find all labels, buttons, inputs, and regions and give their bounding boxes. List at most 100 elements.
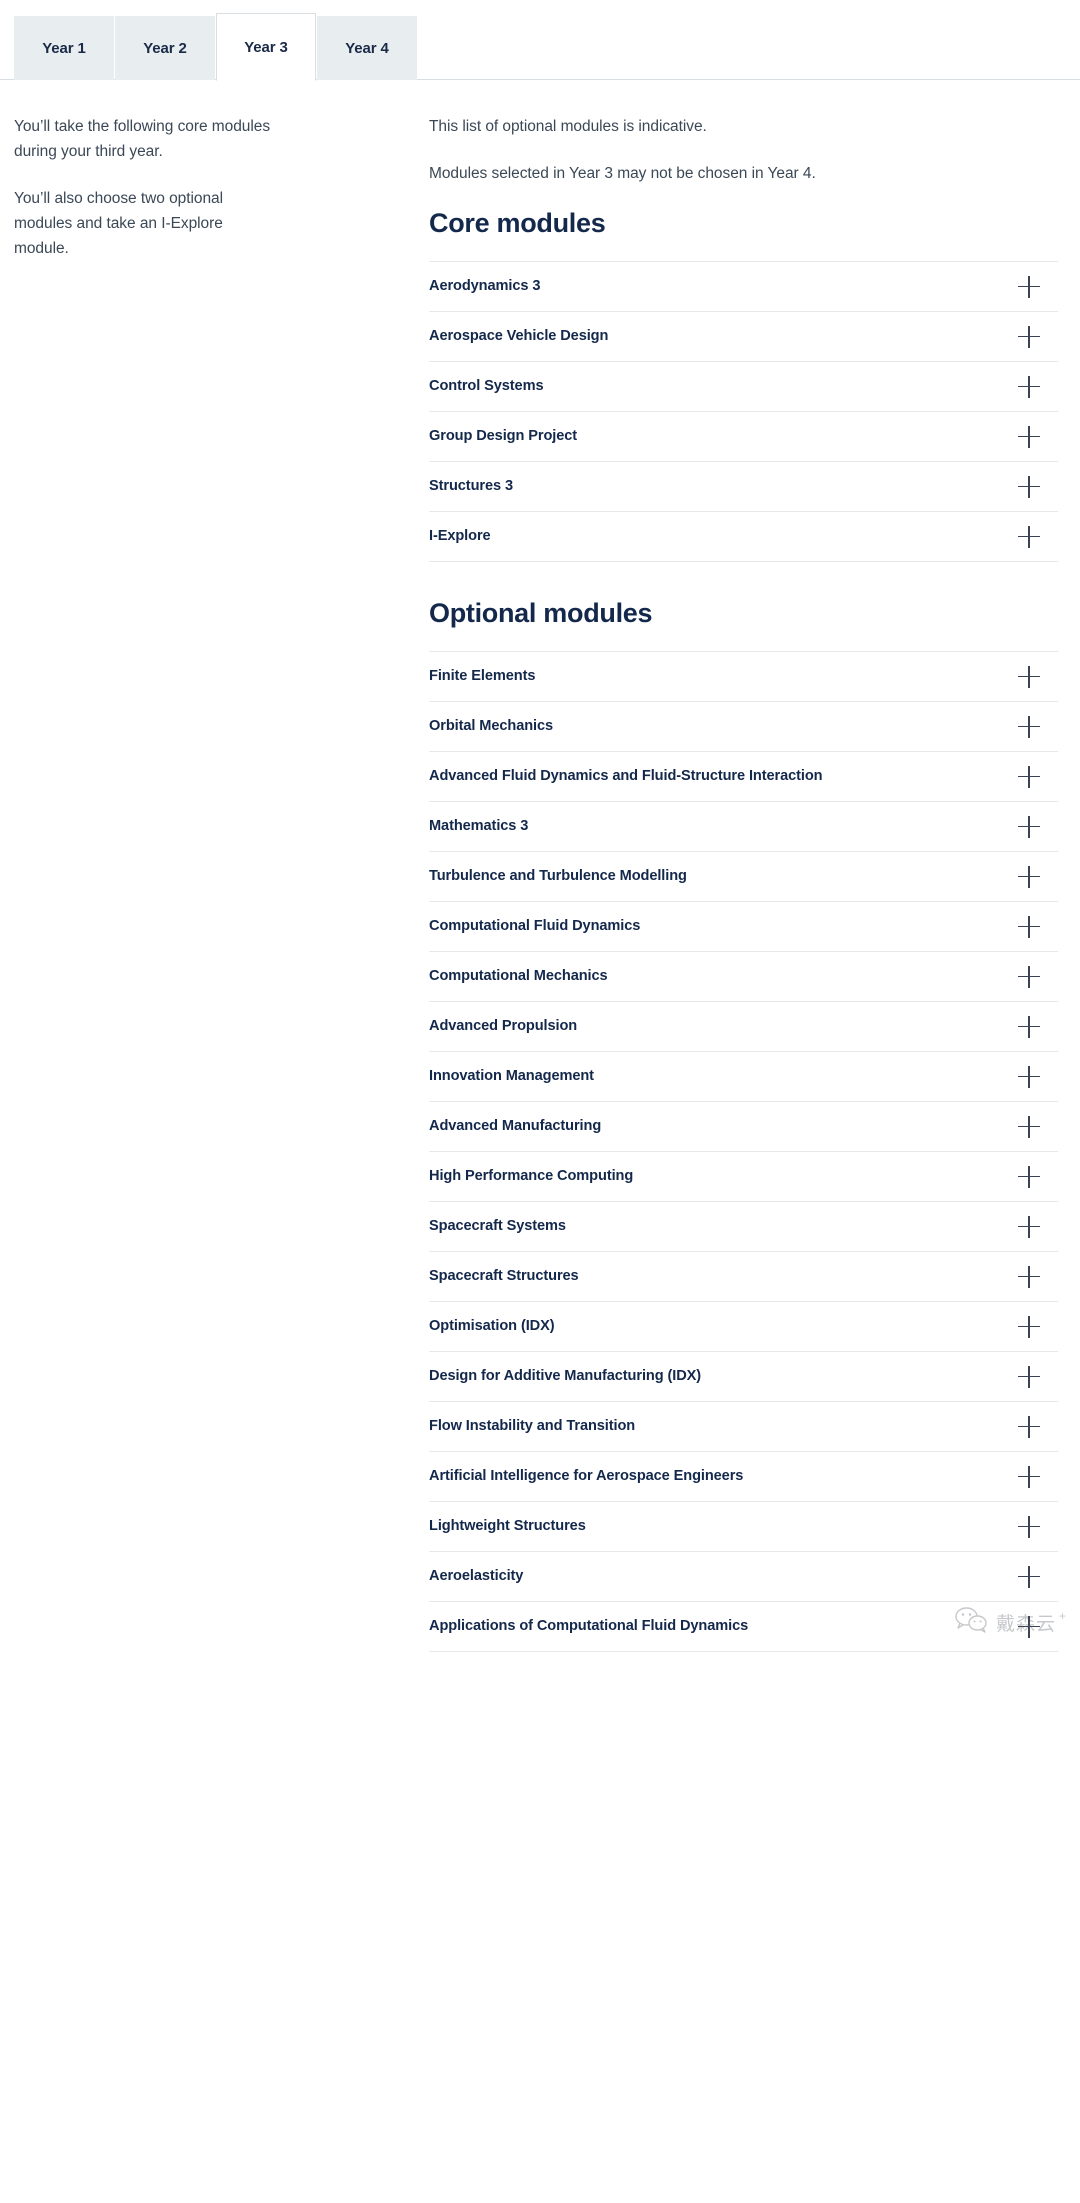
optional-module-item: Orbital Mechanics [429,702,1058,753]
optional-module-item: Advanced Manufacturing [429,1102,1058,1153]
core-module-item: Structures 3 [429,462,1058,513]
optional-module-label: Advanced Propulsion [429,1018,578,1035]
core-module-label: Group Design Project [429,428,578,445]
plus-icon[interactable] [1018,1015,1040,1038]
modules-column: This list of optional modules is indicat… [292,114,1080,1653]
plus-icon[interactable] [1018,275,1040,298]
core-module-label: Aerodynamics 3 [429,278,541,295]
plus-icon[interactable] [1018,1315,1040,1338]
optional-module-item: Advanced Propulsion [429,1002,1058,1053]
optional-module-toggle[interactable]: Flow Instability and Transition [429,1402,1058,1451]
optional-module-toggle[interactable]: Finite Elements [429,652,1058,701]
optional-module-item: Lightweight Structures [429,1502,1058,1553]
core-module-label: I-Explore [429,528,491,545]
plus-icon[interactable] [1018,1415,1040,1438]
optional-module-toggle[interactable]: Orbital Mechanics [429,702,1058,751]
plus-icon[interactable] [1018,425,1040,448]
tab-year-1-label: Year 1 [42,40,86,57]
plus-icon[interactable] [1018,1365,1040,1388]
optional-module-toggle[interactable]: Innovation Management [429,1052,1058,1101]
plus-icon[interactable] [1018,1465,1040,1488]
optional-module-toggle[interactable]: Advanced Propulsion [429,1002,1058,1051]
optional-modules-heading: Optional modules [429,598,653,629]
plus-icon[interactable] [1018,475,1040,498]
optional-module-toggle[interactable]: Advanced Manufacturing [429,1102,1058,1151]
plus-icon[interactable] [1018,1265,1040,1288]
optional-module-item: Flow Instability and Transition [429,1402,1058,1453]
core-module-label: Control Systems [429,378,544,395]
core-module-toggle[interactable]: Aerodynamics 3 [429,262,1058,311]
plus-icon[interactable] [1018,815,1040,838]
plus-icon[interactable] [1018,965,1040,988]
tab-year-3[interactable]: Year 3 [216,13,316,81]
optional-module-item: Advanced Fluid Dynamics and Fluid-Struct… [429,752,1058,803]
tab-panel-year-3: You’ll take the following core modules d… [0,80,1080,1653]
year-selection-note: Modules selected in Year 3 may not be ch… [429,165,816,183]
core-module-item: Group Design Project [429,412,1058,463]
core-module-toggle[interactable]: I-Explore [429,512,1058,561]
core-module-toggle[interactable]: Group Design Project [429,412,1058,461]
core-module-label: Aerospace Vehicle Design [429,328,609,345]
optional-modules-note: This list of optional modules is indicat… [429,118,707,135]
core-module-toggle[interactable]: Aerospace Vehicle Design [429,312,1058,361]
optional-module-item: Finite Elements [429,652,1058,703]
year-tab-bar: Year 1 Year 2 Year 3 Year 4 [0,0,1080,81]
plus-icon[interactable] [1018,865,1040,888]
optional-module-item: Spacecraft Systems [429,1202,1058,1253]
plus-icon[interactable] [1018,1615,1040,1638]
core-modules-heading: Core modules [429,208,606,239]
plus-icon[interactable] [1018,765,1040,788]
plus-icon[interactable] [1018,715,1040,738]
optional-module-toggle[interactable]: Design for Additive Manufacturing (IDX) [429,1352,1058,1401]
plus-icon[interactable] [1018,1215,1040,1238]
optional-module-toggle[interactable]: Computational Fluid Dynamics [429,902,1058,951]
optional-module-toggle[interactable]: High Performance Computing [429,1152,1058,1201]
plus-icon[interactable] [1018,525,1040,548]
plus-icon[interactable] [1018,325,1040,348]
optional-module-item: Optimisation (IDX) [429,1302,1058,1353]
core-module-item: Aerodynamics 3 [429,262,1058,313]
tab-year-1[interactable]: Year 1 [14,16,114,80]
optional-module-toggle[interactable]: Spacecraft Systems [429,1202,1058,1251]
tab-year-2[interactable]: Year 2 [115,16,215,80]
optional-module-label: Artificial Intelligence for Aerospace En… [429,1468,744,1485]
optional-module-label: Mathematics 3 [429,818,529,835]
tab-year-4[interactable]: Year 4 [317,16,417,80]
optional-module-item: Computational Mechanics [429,952,1058,1003]
core-module-toggle[interactable]: Control Systems [429,362,1058,411]
left-paragraph-1: You’ll take the following core modules d… [14,118,271,161]
optional-module-toggle[interactable]: Computational Mechanics [429,952,1058,1001]
optional-module-toggle[interactable]: Mathematics 3 [429,802,1058,851]
optional-module-label: Finite Elements [429,668,536,685]
optional-module-toggle[interactable]: Advanced Fluid Dynamics and Fluid-Struct… [429,752,1058,801]
optional-module-label: Computational Fluid Dynamics [429,918,641,935]
optional-module-toggle[interactable]: Turbulence and Turbulence Modelling [429,852,1058,901]
core-module-item: I-Explore [429,512,1058,563]
optional-module-toggle[interactable]: Applications of Computational Fluid Dyna… [429,1602,1058,1651]
plus-icon[interactable] [1018,665,1040,688]
optional-module-toggle[interactable]: Spacecraft Structures [429,1252,1058,1301]
optional-module-item: High Performance Computing [429,1152,1058,1203]
optional-module-label: Lightweight Structures [429,1518,586,1535]
plus-icon[interactable] [1018,375,1040,398]
year-tabs: Year 1 Year 2 Year 3 Year 4 [14,13,418,81]
optional-module-label: Turbulence and Turbulence Modelling [429,868,687,885]
plus-icon[interactable] [1018,1565,1040,1588]
optional-module-toggle[interactable]: Lightweight Structures [429,1502,1058,1551]
optional-module-label: Innovation Management [429,1068,594,1085]
plus-icon[interactable] [1018,1065,1040,1088]
plus-icon[interactable] [1018,1165,1040,1188]
optional-module-item: Mathematics 3 [429,802,1058,853]
core-module-toggle[interactable]: Structures 3 [429,462,1058,511]
optional-module-toggle[interactable]: Optimisation (IDX) [429,1302,1058,1351]
plus-icon[interactable] [1018,1515,1040,1538]
optional-module-label: Spacecraft Systems [429,1218,566,1235]
optional-module-toggle[interactable]: Artificial Intelligence for Aerospace En… [429,1452,1058,1501]
optional-module-label: Spacecraft Structures [429,1268,579,1285]
optional-module-toggle[interactable]: Aeroelasticity [429,1552,1058,1601]
plus-icon[interactable] [1018,1115,1040,1138]
plus-icon[interactable] [1018,915,1040,938]
optional-module-item: Applications of Computational Fluid Dyna… [429,1602,1058,1653]
core-module-label: Structures 3 [429,478,513,495]
optional-module-label: Advanced Fluid Dynamics and Fluid-Struct… [429,768,823,785]
